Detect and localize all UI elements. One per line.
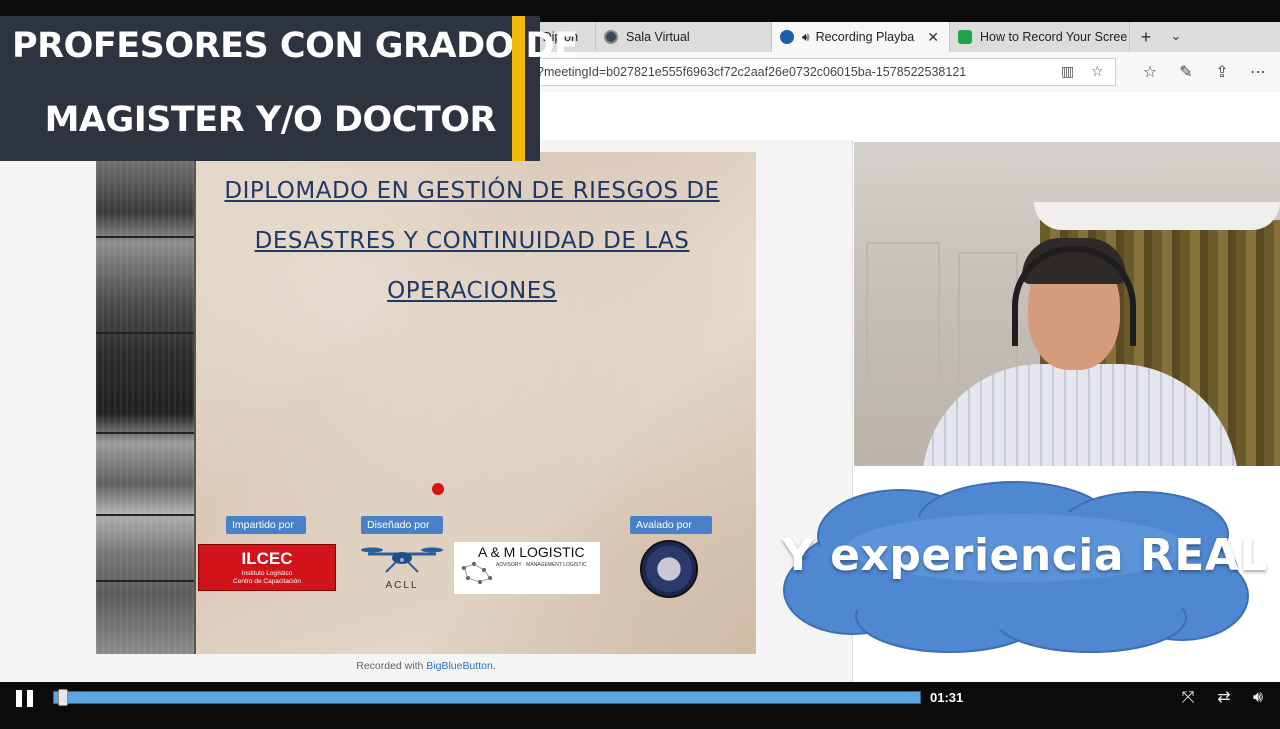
reading-view-icon[interactable]: ▥ [1061, 64, 1074, 80]
tab-recording-playback[interactable]: 🔊︎ Recording Playba ✕ [772, 22, 950, 52]
share-icon[interactable]: ⇪ [1210, 60, 1234, 84]
favorites-list-icon[interactable]: ☆ [1138, 60, 1162, 84]
presenter-pointer [432, 483, 444, 495]
sala-virtual-favicon-icon [604, 30, 618, 44]
label-impartido-por: Impartido por [226, 516, 306, 534]
pause-bar [27, 690, 33, 707]
pause-button-icon[interactable] [14, 688, 36, 710]
acll-logo-text: ACLL [385, 580, 419, 591]
banner-line-1: PROFESORES CON GRADO DE [12, 26, 578, 66]
title-banner: PROFESORES CON GRADO DE MAGISTER Y/O DOC… [0, 16, 578, 161]
tab-label: Recording Playba [815, 30, 915, 44]
more-menu-icon[interactable]: ⋯ [1246, 60, 1270, 84]
bigbluebutton-link[interactable]: BigBlueButton [426, 660, 493, 672]
photo-separator [96, 580, 194, 582]
photo-separator [96, 236, 194, 238]
tab-how-to-record[interactable]: How to Record Your Scree [950, 22, 1130, 52]
ilcec-logo: ILCEC Instituto Logístico Centro de Capa… [198, 544, 336, 591]
photo-separator [96, 332, 194, 334]
cloud-caption: Y experiencia REAL [782, 530, 1268, 581]
slide-title-line: DESASTRES Y CONTINUIDAD DE LAS [254, 228, 690, 254]
slide-title-line: DIPLOMADO EN GESTIÓN DE RIESGOS DE [224, 178, 720, 204]
disaster-photo-strip [96, 152, 196, 654]
bigbluebutton-favicon-icon [780, 30, 794, 44]
ilcec-logo-sub2: Centro de Capacitación [233, 578, 301, 585]
recorded-with-footer: Recorded with BigBlueButton. [96, 660, 756, 672]
progress-scrubber[interactable] [58, 689, 68, 706]
presentation-slide: DIPLOMADO EN GESTIÓN DE RIESGOS DE DESAS… [96, 152, 756, 654]
volume-icon[interactable]: 🔊︎ [1246, 686, 1270, 708]
photo-separator [96, 514, 194, 516]
banner-accent-bar [512, 16, 525, 161]
label-avalado-por: Avalado por [630, 516, 712, 534]
acll-logo: ACLL [360, 540, 444, 598]
close-tab-icon[interactable]: ✕ [927, 29, 939, 46]
banner-line-2: MAGISTER Y/O DOCTOR [44, 100, 497, 140]
player-controls [0, 682, 1280, 729]
photo-separator [96, 432, 194, 434]
swap-layout-icon[interactable]: ⇄ [1212, 686, 1236, 708]
playback-time: 01:31 [930, 690, 964, 705]
fullscreen-icon[interactable]: ⤧ [1176, 686, 1200, 708]
endorsing-institution-seal-icon [640, 540, 698, 598]
address-bar[interactable]: ?meetingId=b027821e555f6963cf72c2aaf26e0… [520, 58, 1116, 86]
recorded-prefix: Recorded with [356, 660, 427, 672]
new-tab-icon[interactable]: + [1136, 22, 1156, 52]
tab-label: How to Record Your Scree [980, 30, 1128, 44]
url-text: ?meetingId=b027821e555f6963cf72c2aaf26e0… [537, 65, 967, 79]
curtain-valance [1034, 202, 1280, 230]
slide-title-line: OPERACIONES [387, 278, 557, 304]
pause-bar [16, 690, 22, 707]
favorite-star-icon[interactable]: ☆ [1091, 64, 1104, 80]
progress-bar[interactable] [53, 691, 921, 704]
network-graphic-icon [462, 562, 492, 584]
tab-sala-virtual[interactable]: Sala Virtual [596, 22, 772, 52]
am-logistic-sub: ADVISORY · MANAGEMENT LOGISTIC [496, 562, 587, 568]
label-disenado-por: Diseñado por [361, 516, 443, 534]
slide-title: DIPLOMADO EN GESTIÓN DE RIESGOS DE DESAS… [198, 166, 746, 316]
how-to-favicon-icon [958, 30, 972, 44]
tab-label: Sala Virtual [626, 30, 690, 44]
speaker-audio-icon: 🔊︎ [802, 29, 810, 44]
ilcec-logo-sub1: Instituto Logístico [241, 570, 293, 577]
background-door [866, 242, 940, 466]
pen-notes-icon[interactable]: ✎ [1174, 60, 1198, 84]
recorded-suffix: . [492, 660, 496, 672]
tab-list-chevron-icon[interactable]: ⌄ [1166, 22, 1186, 52]
am-logistic-logo: A & M LOGISTIC ADVISORY · MANAGEMENT LOG… [454, 542, 600, 594]
am-logistic-name: A & M LOGISTIC [478, 544, 585, 560]
drone-icon [361, 547, 443, 573]
webcam-video [854, 142, 1280, 466]
ilcec-logo-name: ILCEC [241, 549, 293, 568]
